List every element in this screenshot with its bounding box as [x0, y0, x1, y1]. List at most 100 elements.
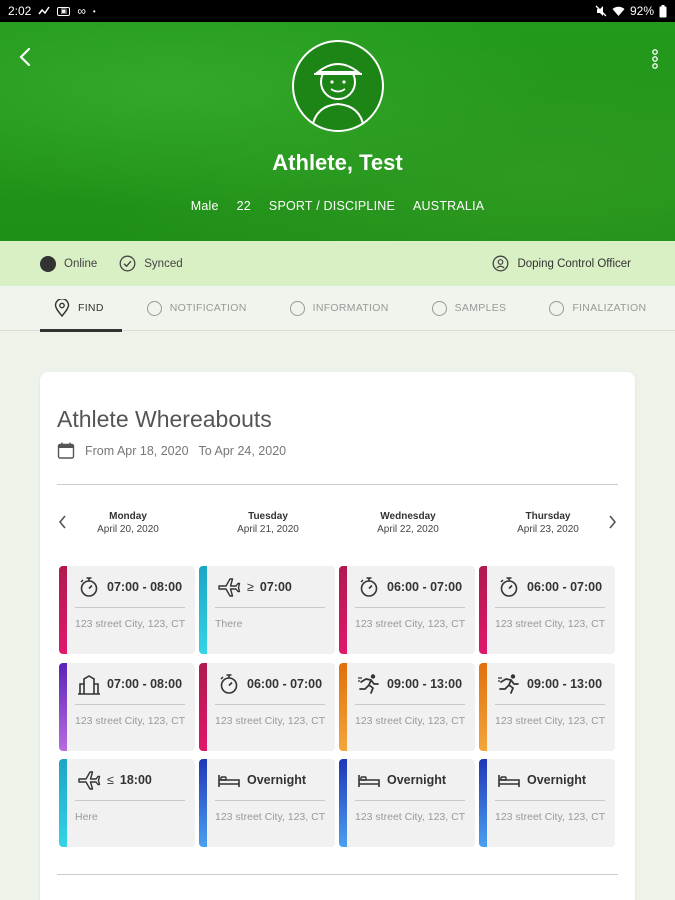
slot-time: 06:00 - 07:00	[387, 580, 462, 594]
slot-color-bar	[59, 663, 67, 751]
tab-information[interactable]: INFORMATION	[289, 286, 389, 331]
slot-time: 07:00 - 08:00	[107, 677, 182, 691]
day-date: April 20, 2020	[97, 524, 159, 535]
day-name: Monday	[109, 511, 147, 522]
online-dot-icon	[40, 255, 56, 272]
whereabouts-slot[interactable]: ≥07:00 There	[199, 566, 335, 654]
slot-address: 123 street City, 123, CT	[495, 811, 606, 823]
whereabouts-slot[interactable]: 06:00 - 07:00 123 street City, 123, CT	[199, 663, 335, 751]
slot-time: Overnight	[527, 773, 586, 787]
slot-time: ≤18:00	[107, 773, 152, 787]
slot-time: ≥07:00	[247, 580, 292, 594]
whereabouts-slot[interactable]: Overnight 123 street City, 123, CT	[199, 759, 335, 847]
athlete-age: 22	[236, 199, 251, 213]
slot-time-value: 07:00 - 08:00	[107, 677, 183, 691]
range-from: From Apr 18, 2020	[85, 443, 189, 458]
tab-samples[interactable]: SAMPLES	[431, 286, 507, 331]
whereabouts-slot[interactable]: 06:00 - 07:00 123 street City, 123, CT	[479, 566, 615, 654]
athlete-country: AUSTRALIA	[413, 199, 485, 213]
more-vert-icon[interactable]	[651, 48, 659, 70]
whereabouts-slot[interactable]: 07:00 - 08:00 123 street City, 123, CT	[59, 663, 195, 751]
slot-color-bar	[339, 759, 347, 847]
arrival-marker-icon: ≤	[107, 773, 114, 787]
slot-color-bar	[339, 566, 347, 654]
athlete-name: Athlete, Test	[272, 150, 403, 175]
calendar-icon	[57, 442, 75, 459]
wifi-icon	[612, 6, 625, 16]
slot-separator	[215, 607, 325, 608]
slot-time-value: 06:00 - 07:00	[387, 580, 463, 594]
tab-finalization-label: FINALIZATION	[572, 302, 647, 314]
battery-percent: 92%	[629, 4, 654, 18]
slot-time: 07:00 - 08:00	[107, 580, 182, 594]
tab-notification[interactable]: NOTIFICATION	[146, 286, 247, 331]
day-header-monday: Monday April 20, 2020	[63, 511, 193, 535]
whereabouts-slot[interactable]: 09:00 - 13:00 123 street City, 123, CT	[479, 663, 615, 751]
tab-information-label: INFORMATION	[312, 302, 389, 314]
slot-address: 123 street City, 123, CT	[355, 618, 466, 630]
infinity-icon: ∞	[77, 4, 86, 18]
day-date: April 21, 2020	[237, 524, 299, 535]
whereabouts-slot[interactable]: 07:00 - 08:00 123 street City, 123, CT	[59, 566, 195, 654]
departure-marker-icon: ≥	[247, 580, 254, 594]
card-title: Athlete Whereabouts	[57, 406, 272, 432]
whereabouts-slot[interactable]: 09:00 - 13:00 123 street City, 123, CT	[339, 663, 475, 751]
tab-samples-label: SAMPLES	[454, 302, 507, 314]
slot-address: Here	[75, 811, 98, 823]
step-circle-icon	[289, 300, 305, 316]
online-label: Online	[64, 257, 98, 270]
day-header-tuesday: Tuesday April 21, 2020	[203, 511, 333, 535]
synced-label: Synced	[144, 257, 183, 270]
athlete-header: Athlete, Test Male 22 SPORT / DISCIPLINE…	[0, 22, 675, 241]
slot-separator	[75, 704, 185, 705]
battery-icon	[659, 4, 667, 17]
slot-separator	[215, 800, 325, 801]
bed-icon	[497, 769, 521, 791]
online-status: Online	[40, 255, 98, 272]
connection-status-bar: Online Synced Doping Control Officer	[0, 241, 675, 286]
whereabouts-slot[interactable]: ≤18:00 Here	[59, 759, 195, 847]
stopwatch-icon	[497, 576, 521, 598]
slot-color-bar	[199, 663, 207, 751]
tab-finalization[interactable]: FINALIZATION	[549, 286, 646, 331]
slot-address: 123 street City, 123, CT	[355, 811, 466, 823]
slot-time: Overnight	[387, 773, 446, 787]
slot-color-bar	[479, 759, 487, 847]
step-tabs: FIND NOTIFICATION INFORMATION SAMPLES FI…	[0, 286, 675, 332]
whereabouts-slot[interactable]: Overnight 123 street City, 123, CT	[479, 759, 615, 847]
slot-time-value: 07:00 - 08:00	[107, 580, 183, 594]
range-to: To Apr 24, 2020	[198, 443, 287, 458]
slot-address: There	[215, 618, 243, 630]
slot-separator	[495, 607, 605, 608]
slot-time-value: 09:00 - 13:00	[527, 677, 603, 691]
runner-icon	[497, 673, 521, 695]
date-range: From Apr 18, 2020 To Apr 24, 2020	[57, 442, 286, 459]
slot-separator	[355, 800, 465, 801]
slot-address: 123 street City, 123, CT	[215, 811, 326, 823]
slot-time-value: Overnight	[247, 773, 307, 787]
step-circle-icon	[146, 300, 162, 316]
slot-separator	[355, 607, 465, 608]
slot-separator	[75, 800, 185, 801]
officer-badge-icon	[492, 255, 509, 272]
signal-icon	[38, 6, 50, 15]
slot-address: 123 street City, 123, CT	[355, 715, 466, 727]
step-circle-icon	[549, 300, 565, 316]
runner-icon	[357, 673, 381, 695]
slot-color-bar	[199, 759, 207, 847]
divider	[57, 484, 618, 485]
tab-find[interactable]: FIND	[40, 286, 122, 332]
whereabouts-slot[interactable]: Overnight 123 street City, 123, CT	[339, 759, 475, 847]
day-name: Tuesday	[248, 511, 288, 522]
slot-color-bar	[479, 566, 487, 654]
slot-color-bar	[479, 663, 487, 751]
location-pin-icon	[54, 299, 70, 317]
box-icon: ▣	[57, 6, 71, 16]
slot-separator	[75, 607, 185, 608]
back-arrow-icon[interactable]	[14, 46, 36, 68]
sync-status: Synced	[119, 255, 183, 272]
whereabouts-slot[interactable]: 06:00 - 07:00 123 street City, 123, CT	[339, 566, 475, 654]
day-header-wednesday: Wednesday April 22, 2020	[343, 511, 473, 535]
stopwatch-icon	[217, 673, 241, 695]
bed-icon	[217, 769, 241, 791]
